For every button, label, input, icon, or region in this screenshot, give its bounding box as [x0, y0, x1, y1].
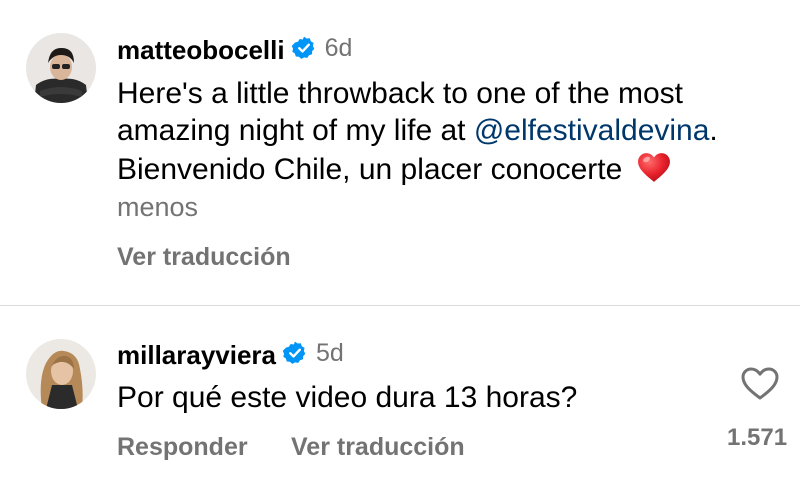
like-count: 1.571: [727, 424, 788, 451]
comment-timestamp: 5d: [316, 338, 344, 367]
red-heart-emoji: [637, 153, 670, 182]
avatar-matteobocelli[interactable]: [26, 33, 96, 103]
comment-text-line: Bienvenido Chile, un placer conocerte: [117, 151, 787, 188]
translate-button[interactable]: Ver traducción: [291, 433, 465, 462]
reply-button[interactable]: Responder: [117, 433, 248, 462]
divider: [0, 305, 800, 306]
like-heart-icon[interactable]: [740, 366, 780, 402]
comment-text-segment: amazing night of my life at: [117, 114, 474, 147]
username[interactable]: millarayviera: [117, 340, 276, 370]
comment-header: millarayviera 5d: [117, 338, 344, 371]
username[interactable]: matteobocelli: [117, 35, 285, 65]
translate-button[interactable]: Ver traducción: [117, 243, 291, 272]
comment-text-line: Here's a little throwback to one of the …: [117, 77, 684, 110]
comment-text-segment: .: [709, 114, 718, 147]
avatar-millarayviera[interactable]: [26, 339, 96, 409]
comment-text: Por qué este video dura 13 horas?: [117, 381, 578, 414]
comment-text-segment: Bienvenido Chile, un placer conocerte: [117, 153, 623, 186]
comment-text-line: amazing night of my life at @elfestivald…: [117, 112, 787, 149]
verified-badge-icon: [282, 341, 306, 364]
mention-link[interactable]: @elfestivaldevina: [474, 114, 710, 147]
comment-timestamp: 6d: [324, 33, 353, 62]
comment-header: matteobocelli 6d: [117, 33, 353, 66]
comment-text: Here's a little throwback to one of the …: [117, 75, 787, 188]
show-less-link[interactable]: menos: [117, 192, 198, 223]
verified-badge-icon: [291, 36, 314, 59]
